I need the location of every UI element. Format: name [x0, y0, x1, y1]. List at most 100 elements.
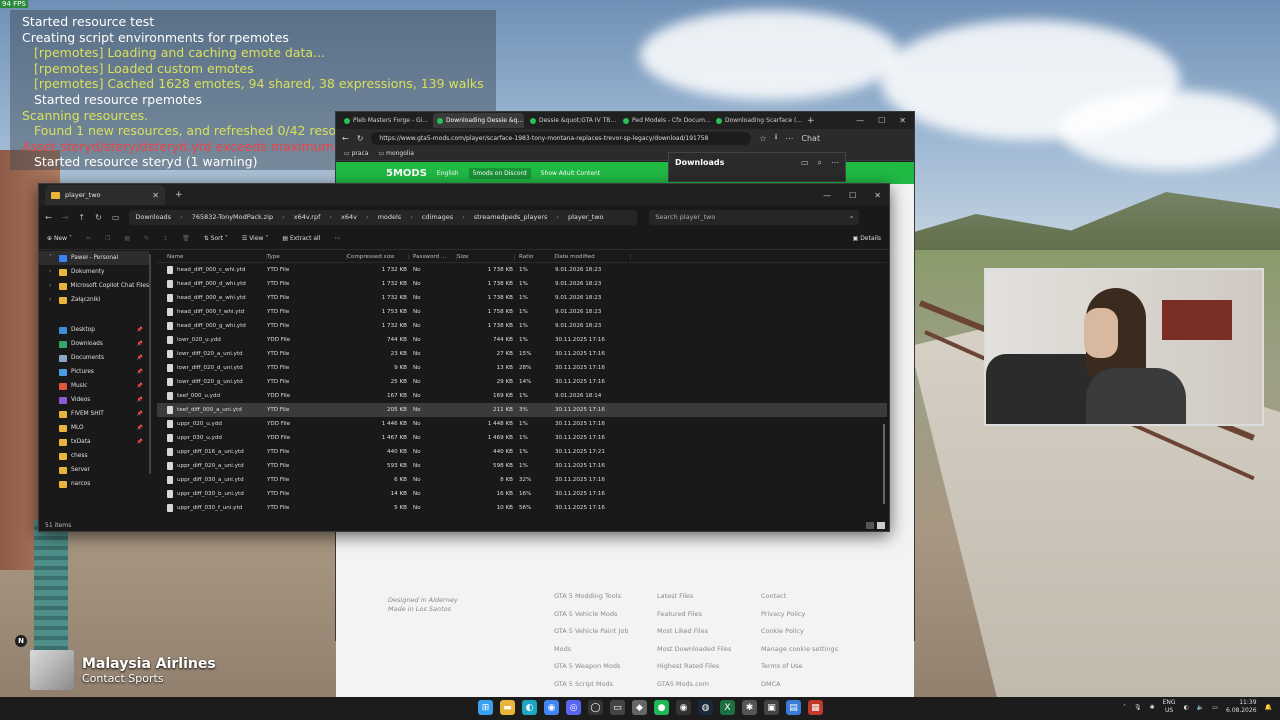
breadcrumb-item[interactable]: player_two — [568, 213, 604, 221]
footer-link[interactable]: Privacy Policy — [761, 606, 838, 624]
sidebar-item[interactable]: Downloads 📌 — [39, 337, 149, 351]
footer-link[interactable]: Terms of Use — [761, 658, 838, 676]
app-tool-icon[interactable]: ✱ — [742, 700, 757, 715]
footer-link[interactable]: Highest Rated Files — [657, 658, 731, 676]
column-header[interactable]: Size — [457, 253, 515, 260]
rename-icon[interactable]: ✎ — [144, 235, 149, 242]
search-icon[interactable]: ⌕ — [818, 158, 822, 176]
close-icon[interactable]: ✕ — [899, 116, 906, 125]
column-header[interactable]: Type — [267, 253, 347, 260]
notifications-icon[interactable]: 🔔 — [1265, 704, 1272, 711]
footer-link[interactable]: DMCA — [761, 676, 838, 694]
column-header[interactable]: Date modified — [555, 253, 631, 260]
table-row[interactable]: teef_diff_000_a_uni.ytd YTD File 205 KB No 2… — [157, 403, 887, 417]
sidebar-item[interactable]: Documents 📌 — [39, 351, 149, 365]
sidebar-item[interactable]: Server — [39, 463, 149, 477]
footer-link[interactable]: Contact — [761, 588, 838, 606]
refresh-icon[interactable]: ↻ — [95, 213, 102, 222]
file-explorer-window[interactable]: player_two ✕ + — ☐ ✕ ← → ↑ ↻ ▭ Downloads… — [38, 183, 890, 532]
sidebar-item[interactable]: FIVEM SHIT 📌 — [39, 407, 149, 421]
site-logo[interactable]: 5MODS — [386, 168, 427, 179]
details-view-icon[interactable] — [866, 522, 874, 529]
file-explorer-icon[interactable]: ▬ — [500, 700, 515, 715]
chrome-icon[interactable]: ◉ — [544, 700, 559, 715]
app-window-icon[interactable]: ▣ — [764, 700, 779, 715]
footer-link[interactable]: GTA 5 Vehicle Mods — [554, 606, 628, 624]
table-row[interactable]: uppr_diff_030_a_uni.ytd YTD File 6 KB No 8 K… — [157, 473, 887, 487]
copy-icon[interactable]: ❐ — [105, 235, 110, 242]
chevron-right-icon[interactable]: › — [49, 283, 55, 289]
table-row[interactable]: uppr_030_u.ydd YDD File 1 467 KB No 1 469 KB… — [157, 431, 887, 445]
terminal-icon[interactable]: ▭ — [610, 700, 625, 715]
github-icon[interactable]: ◯ — [588, 700, 603, 715]
table-row[interactable]: lowr_diff_020_g_uni.ytd YTD File 25 KB No 29… — [157, 375, 887, 389]
pin-icon[interactable]: 📌 — [137, 369, 143, 375]
browser-tab[interactable]: Dessie &quot;GTA IV TB... — [526, 113, 617, 128]
maximize-icon[interactable]: ☐ — [849, 191, 856, 200]
maximize-icon[interactable]: ☐ — [878, 116, 885, 125]
table-row[interactable]: lowr_diff_020_d_uni.ytd YTD File 9 KB No 13 … — [157, 361, 887, 375]
more-icon[interactable]: ⋯ — [334, 235, 340, 242]
breadcrumb-item[interactable]: 765832-TonyModPack.zip — [192, 213, 273, 221]
battery-icon[interactable]: ▭ — [1212, 704, 1218, 711]
microphone-icon[interactable]: 🎙 — [1134, 704, 1142, 711]
language-indicator[interactable]: ENG US — [1163, 699, 1176, 715]
column-header[interactable]: Password ... — [409, 253, 457, 260]
network-icon[interactable]: ◐ — [1184, 704, 1189, 711]
table-row[interactable]: head_diff_000_g_whi.ytd YTD File 1 732 KB N… — [157, 319, 887, 333]
star-icon[interactable]: ☆ — [759, 134, 766, 143]
close-tab-icon[interactable]: ✕ — [152, 191, 159, 200]
share-icon[interactable]: ⇪ — [163, 235, 168, 242]
close-icon[interactable]: ✕ — [874, 191, 881, 200]
sidebar-item[interactable]: Music 📌 — [39, 379, 149, 393]
table-row[interactable]: uppr_diff_020_a_uni.ytd YTD File 593 KB No 5… — [157, 459, 887, 473]
pin-icon[interactable]: 📌 — [137, 425, 143, 431]
footer-link[interactable]: Featured Files — [657, 606, 731, 624]
volume-icon[interactable]: 🔈 — [1197, 704, 1204, 711]
pin-icon[interactable]: 📌 — [137, 341, 143, 347]
footer-link[interactable]: GTA 5 Vehicle Paint Job — [554, 623, 628, 641]
unity-icon[interactable]: ◆ — [632, 700, 647, 715]
footer-link[interactable]: Mods — [554, 641, 628, 659]
table-row[interactable]: head_diff_000_e_whi.ytd YTD File 1 732 KB N… — [157, 291, 887, 305]
forward-icon[interactable]: → — [62, 213, 69, 222]
extensions-icon[interactable]: ⋯ — [785, 134, 793, 143]
start-icon[interactable]: ⊞ — [478, 700, 493, 715]
discord-link[interactable]: 5mods on Discord — [468, 167, 531, 179]
chat-button[interactable]: Chat — [801, 134, 820, 143]
sidebar-item[interactable]: MLO 📌 — [39, 421, 149, 435]
pin-icon[interactable]: 📌 — [137, 397, 143, 403]
new-tab-button[interactable]: + — [175, 190, 183, 200]
breadcrumb-item[interactable]: models — [378, 213, 402, 221]
bluetooth-icon[interactable]: ✱ — [1150, 704, 1155, 711]
browser-tab[interactable]: Downloading Dessie &q... — [433, 113, 524, 128]
browser-tab[interactable]: Pleb Masters Forge - Gi... — [340, 113, 431, 128]
bookmark-folder[interactable]: ▭ mongolia — [379, 150, 414, 157]
sidebar-item[interactable]: › Załączniki — [39, 293, 149, 307]
nav-scrollbar[interactable] — [149, 254, 151, 474]
language-select[interactable]: English — [437, 170, 459, 177]
minimize-icon[interactable]: — — [823, 191, 831, 200]
table-row[interactable]: lowr_020_u.ydd YDD File 744 KB No 744 KB 1% 30… — [157, 333, 887, 347]
chevron-right-icon[interactable]: › — [49, 297, 55, 303]
sidebar-item[interactable]: chess — [39, 449, 149, 463]
breadcrumb-item[interactable]: x64v — [341, 213, 357, 221]
footer-link[interactable]: GTA 5 Modding Tools — [554, 588, 628, 606]
breadcrumb-item[interactable]: x64v.rpf — [294, 213, 321, 221]
up-icon[interactable]: ↑ — [78, 213, 85, 222]
clock[interactable]: 11:39 6.08.2026 — [1226, 699, 1257, 715]
tiles-view-icon[interactable] — [877, 522, 885, 529]
app-red-icon[interactable]: ▦ — [808, 700, 823, 715]
back-icon[interactable]: ← — [342, 134, 349, 143]
minimize-icon[interactable]: — — [856, 116, 864, 125]
obs-icon[interactable]: ◉ — [676, 700, 691, 715]
pin-icon[interactable]: 📌 — [137, 327, 143, 333]
sidebar-item[interactable]: narcos — [39, 477, 149, 491]
sidebar-item[interactable]: Desktop 📌 — [39, 323, 149, 337]
view-button[interactable]: ☰ View ˅ — [242, 235, 268, 242]
breadcrumb-item[interactable]: streamedpeds_players — [474, 213, 548, 221]
sort-button[interactable]: ⇅ Sort ˅ — [204, 235, 228, 242]
table-row[interactable]: head_diff_000_f_whi.ytd YTD File 1 753 KB N… — [157, 305, 887, 319]
table-row[interactable]: head_diff_000_c_whi.ytd YTD File 1 732 KB N… — [157, 263, 887, 277]
footer-link[interactable]: GTA 5 Script Mods — [554, 676, 628, 694]
